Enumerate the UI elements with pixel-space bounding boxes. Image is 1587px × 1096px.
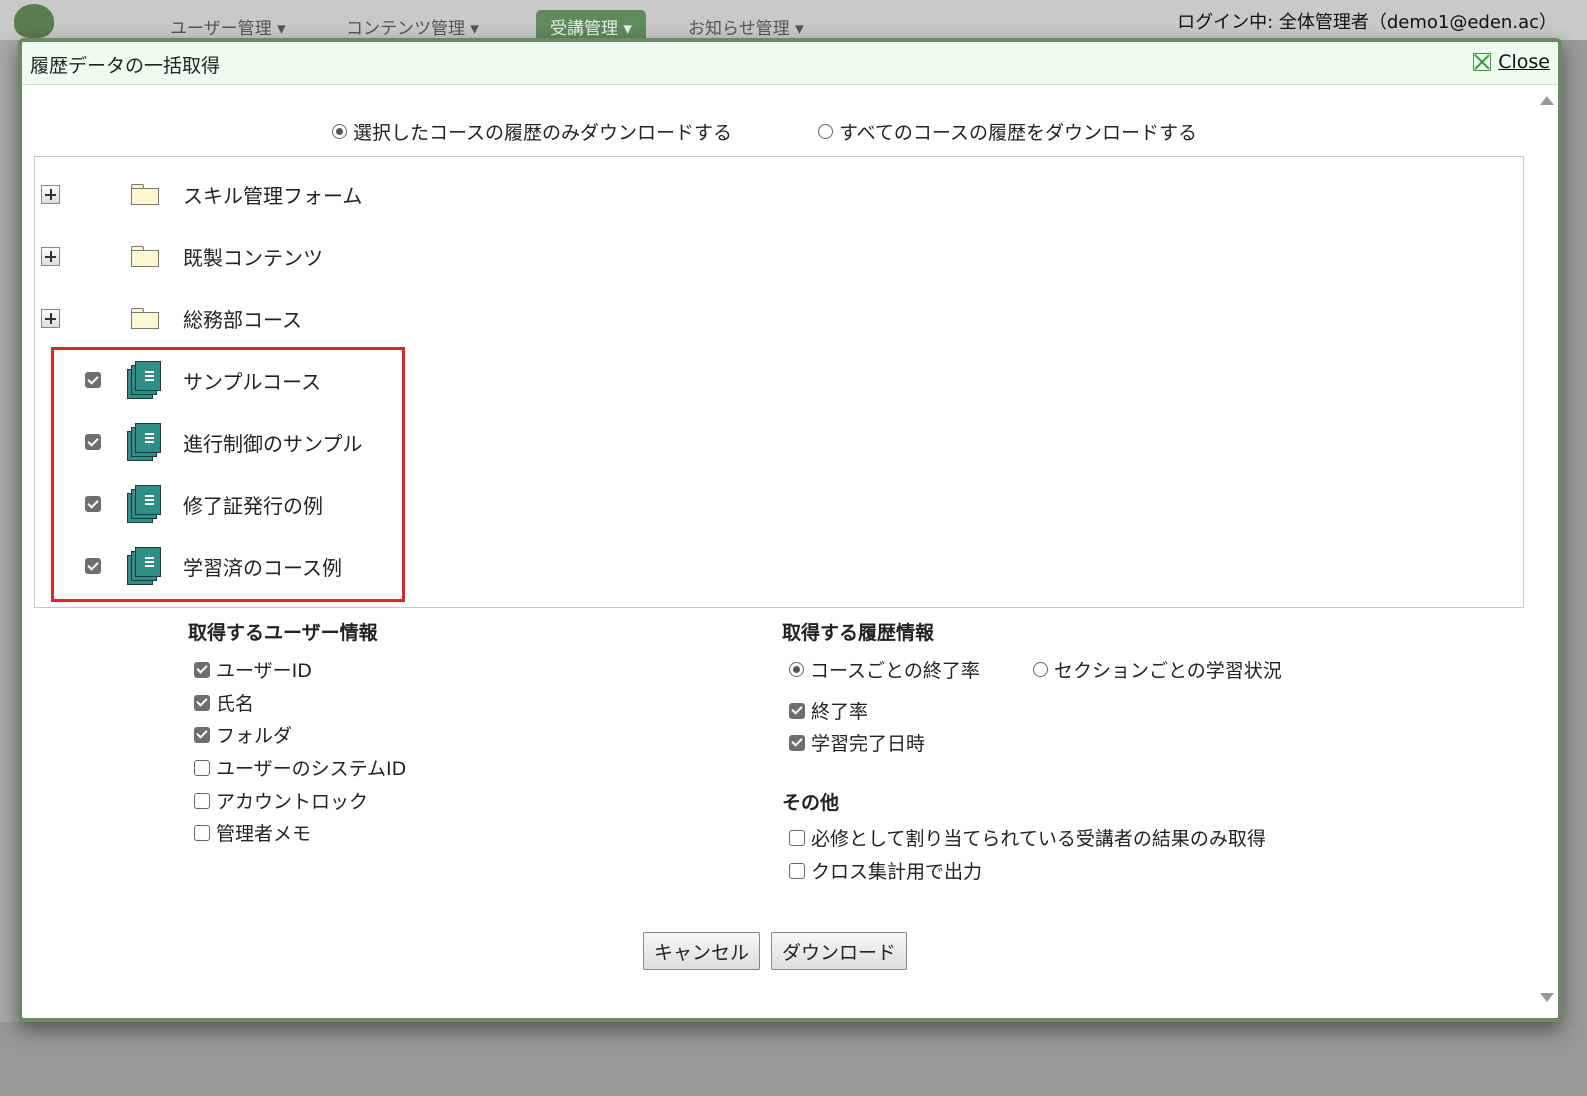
user-info-checkbox[interactable] [194,824,210,841]
scope-selected-radio[interactable] [332,124,347,139]
user-info-label: アカウントロック [216,791,369,813]
download-button[interactable]: ダウンロード [771,932,908,970]
user-info-option[interactable]: アカウントロック [194,787,368,814]
history-info-checkbox[interactable] [789,734,805,751]
history-info-title: 取得する履歴情報 [782,622,935,644]
user-info-option[interactable]: ユーザーのシステムID [194,754,406,781]
background-sidebar [0,40,20,1096]
user-info-checkbox[interactable] [194,661,210,678]
history-info-label: 終了率 [811,701,869,723]
course-tree: スキル管理フォーム 既製コンテンツ 総務部コース サンプルコース 進行制御のサン… [34,156,1524,608]
bulk-history-dialog: 履歴データの一括取得 Close 選択したコースの履歴のみダウンロードする すべ… [18,38,1562,1022]
user-info-label: 氏名 [216,693,255,715]
history-mode-course-option[interactable]: コースごとの終了率 [789,656,980,683]
user-info-checkbox[interactable] [194,694,210,711]
user-info-option[interactable]: フォルダ [194,721,292,748]
nav-content-management[interactable]: コンテンツ管理 ▾ [346,14,479,39]
other-label: クロス集計用で出力 [811,861,983,883]
close-icon[interactable] [1473,53,1492,71]
user-info-checkbox[interactable] [194,759,210,776]
expand-plus-icon[interactable] [41,308,60,328]
other-option[interactable]: クロス集計用で出力 [789,857,982,884]
login-status: ログイン中: 全体管理者（demo1@eden.ac） [1177,12,1557,33]
user-info-option[interactable]: 氏名 [194,689,254,716]
other-option[interactable]: 必修として割り当てられている受講者の結果のみ取得 [789,824,1266,851]
background-overlay [0,1022,1587,1096]
scope-all-label: すべてのコースの履歴をダウンロードする [839,122,1197,144]
other-label: 必修として割り当てられている受講者の結果のみ取得 [811,828,1266,850]
scope-all-option[interactable]: すべてのコースの履歴をダウンロードする [818,118,1197,145]
folder-label[interactable]: 総務部コース [183,304,302,333]
dialog-title: 履歴データの一括取得 [30,55,221,77]
folder-icon [131,307,159,329]
user-info-title: 取得するユーザー情報 [188,622,378,644]
nav-user-management[interactable]: ユーザー管理 ▾ [170,14,286,39]
history-info-option[interactable]: 学習完了日時 [789,729,925,756]
user-info-label: ユーザーID [216,660,312,682]
folder-icon [131,183,159,205]
history-mode-course-label: コースごとの終了率 [810,660,980,682]
user-info-checkbox[interactable] [194,726,210,743]
user-info-option[interactable]: ユーザーID [194,656,312,683]
tree-logo-icon [14,4,54,38]
history-info-checkbox[interactable] [789,702,805,719]
history-info-label: 学習完了日時 [811,733,926,755]
expand-plus-icon[interactable] [41,184,60,204]
scope-selected-option[interactable]: 選択したコースの履歴のみダウンロードする [332,118,732,145]
cancel-button[interactable]: キャンセル [643,932,761,970]
selection-highlight-box [51,347,405,602]
user-info-label: 管理者メモ [216,823,312,845]
scope-selected-label: 選択したコースの履歴のみダウンロードする [353,122,733,144]
user-info-label: ユーザーのシステムID [216,758,407,780]
history-mode-section-option[interactable]: セクションごとの学習状況 [1033,656,1282,683]
folder-label[interactable]: 既製コンテンツ [183,242,323,271]
history-mode-section-label: セクションごとの学習状況 [1054,660,1282,682]
user-info-label: フォルダ [216,725,293,747]
scroll-down-arrow-icon[interactable] [1540,993,1554,1002]
app-header: ユーザー管理 ▾ コンテンツ管理 ▾ 受講管理 ▾ お知らせ管理 ▾ ログイン中… [0,0,1587,47]
history-mode-course-radio[interactable] [789,662,804,677]
dialog-titlebar: 履歴データの一括取得 Close [22,42,1558,85]
history-mode-section-radio[interactable] [1033,662,1048,677]
close-label[interactable]: Close [1498,51,1550,73]
folder-label[interactable]: スキル管理フォーム [183,180,362,209]
scroll-up-arrow-icon[interactable] [1540,96,1554,105]
user-info-option[interactable]: 管理者メモ [194,819,311,846]
other-title: その他 [782,792,840,814]
close-button[interactable]: Close [1473,51,1550,73]
folder-icon [131,245,159,267]
other-checkbox[interactable] [789,829,805,846]
other-checkbox[interactable] [789,862,805,879]
expand-plus-icon[interactable] [41,246,60,266]
scope-all-radio[interactable] [818,124,833,139]
user-info-checkbox[interactable] [194,792,210,809]
history-info-option[interactable]: 終了率 [789,697,868,724]
nav-notice-management[interactable]: お知らせ管理 ▾ [688,14,804,39]
